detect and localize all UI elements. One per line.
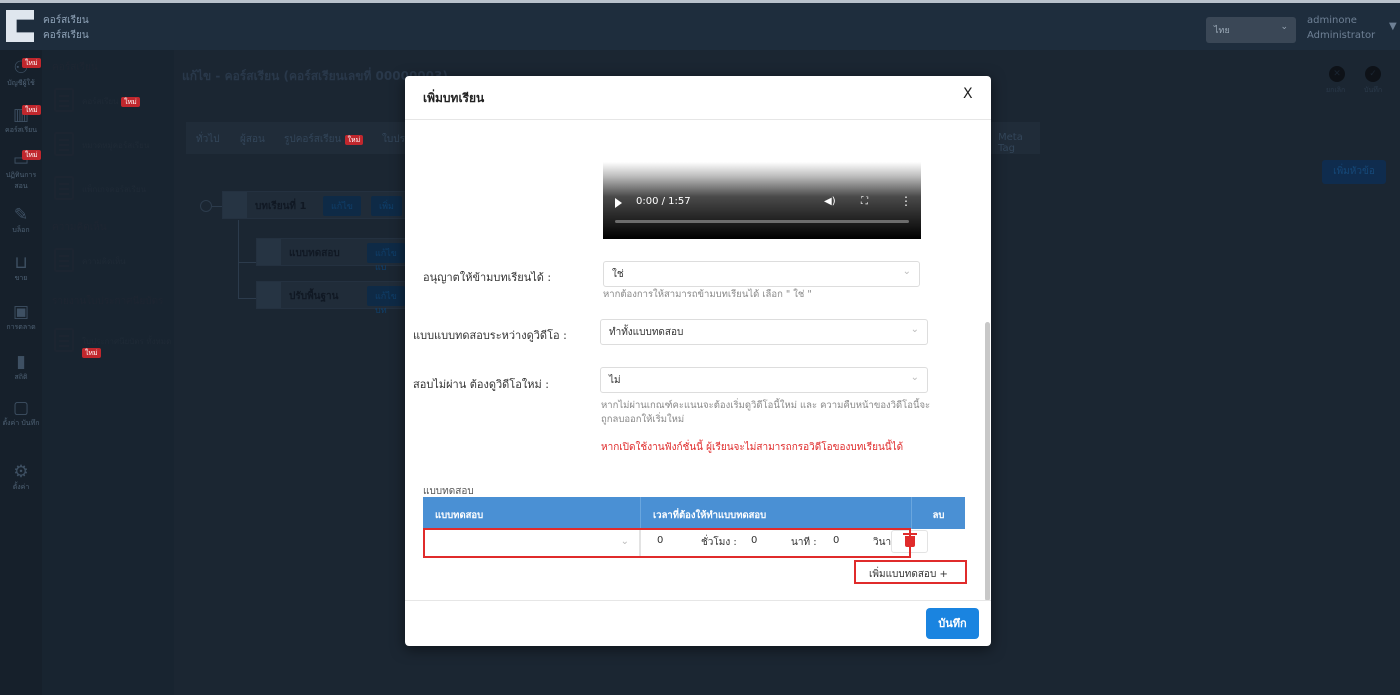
tree-node-basics[interactable]: ปรับพื้นฐาน แก้ไขบท (256, 281, 406, 316)
sidebar-item-sales[interactable]: ⊔ ขาย (0, 253, 42, 284)
tab-instructors[interactable]: ผู้สอน (230, 122, 275, 154)
site-subtitle: คอร์สเรียน (43, 30, 89, 41)
sidebar-item-blog[interactable]: ✎ บล็อก (0, 205, 42, 236)
chevron-down-icon: ⌄ (910, 372, 919, 383)
drag-handle[interactable] (257, 239, 281, 265)
highlight-box (854, 560, 967, 584)
tab-meta-tag[interactable]: Meta Tag (986, 122, 1040, 154)
chevron-down-icon: ⌄ (902, 266, 911, 277)
sidebar-item-records[interactable]: ▢ ตั้งค่า บันทึก (0, 398, 42, 429)
subnav-item-comments[interactable]: ความคิดเห็น (54, 248, 172, 274)
tag-icon: ▣ (12, 302, 30, 322)
subnav-item-packages[interactable]: แพ็กเกจคอร์สเรียน (54, 176, 172, 202)
rewatch-select[interactable]: ไม่ ⌄ (600, 367, 928, 393)
fullscreen-icon[interactable]: ⛶ (861, 196, 868, 207)
tree-node-quiz[interactable]: แบบทดสอบ แก้ไขแบ (256, 238, 406, 273)
monitor-icon: ▢ (12, 398, 30, 418)
edit-icon: ✎ (13, 205, 29, 225)
sub-navigation: คอร์สเรียน คอร์สเรียน ใหม่ หมวดหมู่คอร์ส… (42, 50, 174, 695)
subnav-item-certificates[interactable]: ใบประกาศนียบัตร ทั้งหมด ใหม่ (54, 328, 172, 358)
quiz-mode-select[interactable]: ทำทั้งแบบทดสอบ ⌄ (600, 319, 928, 345)
subnav-item-courses[interactable]: คอร์สเรียน ใหม่ (54, 88, 172, 114)
table-header-quiz: แบบทดสอบ (423, 497, 640, 529)
collapse-icon[interactable] (200, 200, 212, 212)
quiz-mode-label: แบบแบบทดสอบระหว่างดูวิดีโอ : (413, 329, 567, 342)
sidebar-item-stats[interactable]: ▮ สถิติ (0, 352, 42, 383)
skip-help-text: หากต้องการให้สามารถข้ามบทเรียนได้ เลือก … (603, 289, 812, 300)
new-badge: ใหม่ (22, 58, 41, 68)
sidebar-item-users[interactable]: ใหม่ ⚇ บัญชีผู้ใช้ (0, 58, 42, 89)
rewatch-label: สอบไม่ผ่าน ต้องดูวิดีโอใหม่ : (413, 378, 549, 391)
language-select[interactable]: ไทย ⌄ (1206, 17, 1296, 43)
chevron-down-icon: ⌄ (1280, 22, 1288, 32)
drag-handle[interactable] (223, 192, 247, 218)
add-button[interactable]: เพิ่ม (371, 196, 402, 216)
subnav-section-title: คอร์สเรียน (52, 62, 98, 73)
video-progress-bar[interactable] (615, 220, 909, 223)
sidebar-item-courses[interactable]: ใหม่ ▥ คอร์สเรียน (0, 105, 42, 136)
skip-label: อนุญาตให้ข้ามบทเรียนได้ : (423, 271, 552, 284)
edit-lesson-button[interactable]: แก้ไขบท (367, 286, 405, 316)
cart-icon: ⊔ (14, 253, 28, 273)
modal-scrollbar[interactable] (985, 322, 990, 601)
sidebar-item-calendar[interactable]: ใหม่ ▭ ปฏิทินการสอน (0, 150, 42, 192)
rewatch-help-text: หากไม่ผ่านเกณฑ์คะแนนจะต้องเริ่มดูวิดีโอน… (601, 400, 931, 425)
top-bar: คอร์สเรียน คอร์สเรียน ไทย ⌄ adminone Admi… (0, 0, 1400, 50)
sidebar-item-marketing[interactable]: ▣ การตลาด (0, 302, 42, 333)
caret-down-icon: ▼ (1389, 21, 1397, 32)
document-icon (54, 176, 74, 200)
new-badge: ใหม่ (22, 105, 41, 115)
subnav-section-title: รายงานใบประกาศนียบัตร (52, 296, 164, 307)
new-badge: ใหม่ (82, 348, 101, 358)
chart-icon: ▮ (16, 352, 26, 372)
edit-lesson-button[interactable]: แก้ไข (323, 196, 361, 216)
subnav-section-title: ความคิดเห็น (52, 222, 107, 233)
rewatch-warning: หากเปิดใช้งานฟังก์ชั่นนี้ ผู้เรียนจะไม่ส… (601, 442, 904, 453)
document-icon (54, 248, 74, 272)
add-topic-button[interactable]: เพิ่มหัวข้อ (1322, 160, 1386, 184)
play-icon[interactable] (615, 198, 622, 208)
modal-title: เพิ่มบทเรียน (423, 91, 485, 105)
user-role: Administrator (1307, 30, 1376, 41)
save-icon[interactable]: ✓ (1365, 66, 1381, 82)
site-name: คอร์สเรียน คอร์สเรียน (43, 13, 89, 43)
user-menu[interactable]: adminone Administrator ▼ (1307, 13, 1397, 43)
video-time: 0:00 / 1:57 (636, 196, 691, 207)
document-icon (54, 328, 74, 352)
new-badge: ใหม่ (22, 150, 41, 160)
edit-quiz-button[interactable]: แก้ไขแบ (367, 243, 405, 273)
cancel-icon[interactable]: ✕ (1329, 66, 1345, 82)
tab-course-images[interactable]: รูปคอร์สเรียน ใหม่ (274, 122, 374, 154)
new-badge: ใหม่ (344, 135, 364, 145)
app-logo (6, 10, 34, 42)
save-lesson-button[interactable]: บันทึก (926, 608, 979, 639)
site-title: คอร์สเรียน (43, 15, 89, 26)
more-vertical-icon[interactable]: ⋮ (900, 194, 912, 208)
skip-select[interactable]: ใช่ ⌄ (603, 261, 920, 287)
subnav-item-categories[interactable]: หมวดหมู่คอร์สเรียน (54, 132, 172, 158)
chevron-down-icon: ⌄ (910, 324, 919, 335)
user-name: adminone (1307, 15, 1357, 26)
volume-icon[interactable]: ◀) (824, 196, 836, 207)
add-lesson-modal: เพิ่มบทเรียน X 0:00 / 1:57 ◀) ⛶ ⋮ อนุญาต… (405, 76, 991, 646)
save-label: บันทึก (1364, 86, 1383, 94)
tab-general[interactable]: ทั่วไป (186, 122, 230, 154)
new-badge: ใหม่ (121, 97, 140, 107)
video-player[interactable]: 0:00 / 1:57 ◀) ⛶ ⋮ (603, 162, 921, 239)
cancel-label: ยกเลิก (1326, 86, 1346, 94)
document-icon (54, 132, 74, 156)
sidebar: ใหม่ ⚇ บัญชีผู้ใช้ ใหม่ ▥ คอร์สเรียน ใหม่ ▭ ปฏ… (0, 50, 42, 695)
drag-handle[interactable] (257, 282, 281, 308)
gear-icon: ⚙ (13, 462, 29, 482)
close-button[interactable]: X (963, 86, 973, 102)
table-header-time: เวลาที่ต้องให้ทำแบบทดสอบ (640, 497, 911, 529)
highlight-box (423, 528, 911, 558)
sidebar-item-settings[interactable]: ⚙ ตั้งค่า (0, 462, 42, 493)
table-header-delete: ลบ (911, 497, 965, 529)
document-icon (54, 88, 74, 112)
